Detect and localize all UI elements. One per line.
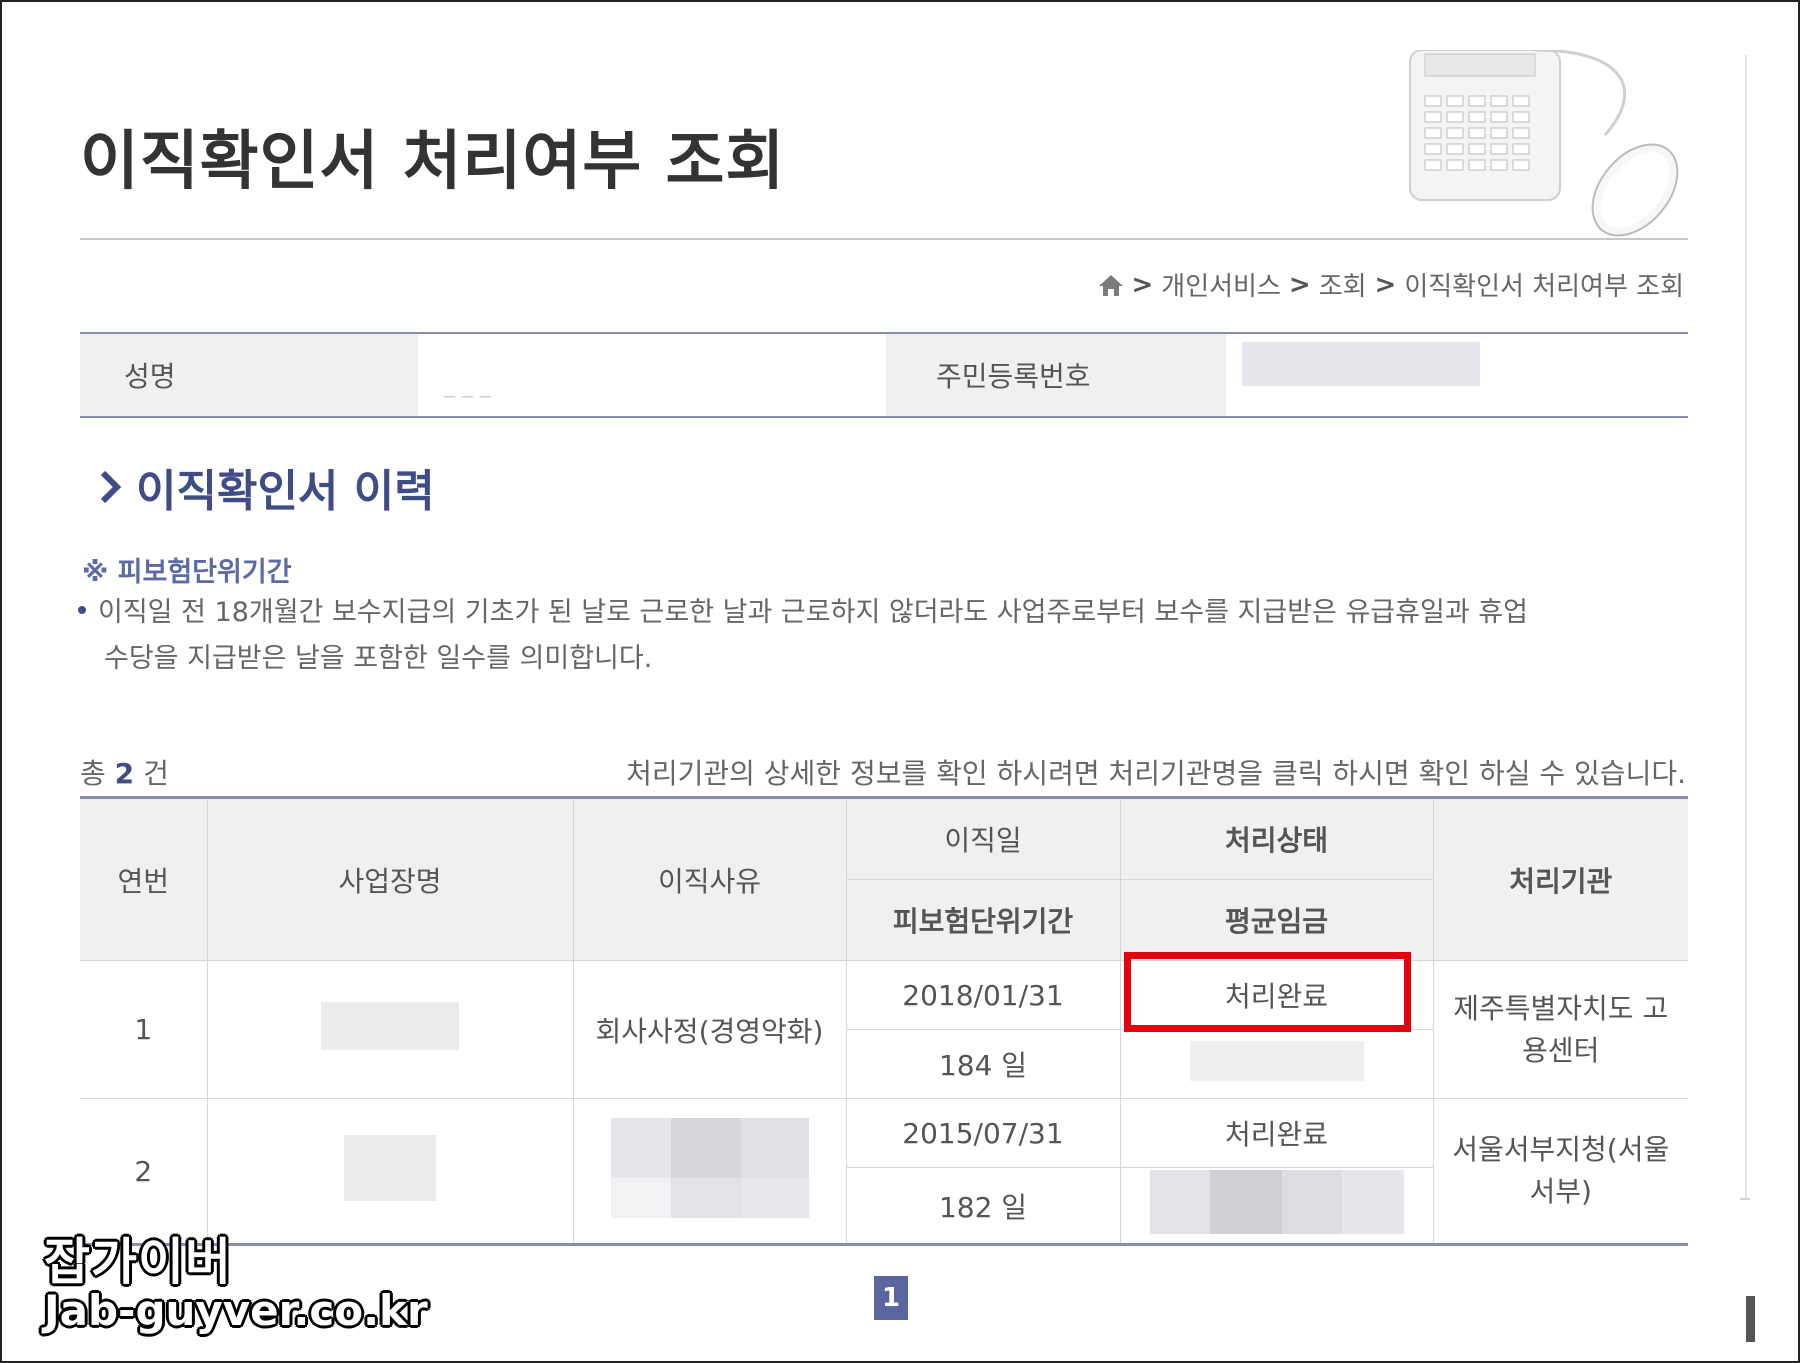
status-highlight-box	[1124, 952, 1411, 1032]
user-info-table: 성명 _ _ _ 주민등록번호	[80, 332, 1688, 418]
header-reason: 이직사유	[572, 797, 847, 961]
row-status: 처리완료	[1119, 1098, 1434, 1168]
row-agency-link[interactable]: 제주특별자치도 고용센터	[1432, 960, 1688, 1099]
row-avg-wage	[1119, 1029, 1433, 1099]
breadcrumb-item-personal-service[interactable]: 개인서비스	[1161, 266, 1281, 303]
watermark-url: Jab-guyver.co.kr	[44, 1286, 428, 1335]
title-divider	[80, 238, 1688, 240]
rrn-masked-value	[1242, 342, 1480, 386]
breadcrumb-separator: >	[1374, 269, 1397, 300]
content-right-border	[1745, 55, 1747, 1200]
header-workplace: 사업장명	[206, 797, 574, 961]
masked-reason	[610, 1117, 809, 1218]
table-row: 1 회사사정(경영악화) 2018/01/31 처리완료 제주특별자치도 고용센…	[80, 960, 1688, 1099]
home-icon[interactable]	[1098, 273, 1124, 297]
history-table: 연번 사업장명 이직사유 이직일 처리상태 처리기관 피보험단위기간 평균임금 …	[80, 796, 1688, 1246]
total-count: 총 2 건	[80, 752, 169, 792]
header-avg-wage: 평균임금	[1119, 879, 1433, 961]
row-seq: 1	[80, 960, 208, 1099]
total-count-number: 2	[114, 757, 135, 790]
row-insured-period: 182 일	[846, 1167, 1121, 1245]
row-workplace	[206, 1098, 574, 1245]
breadcrumb: > 개인서비스 > 조회 > 이직확인서 처리여부 조회	[1098, 266, 1684, 303]
row-leave-date: 2015/07/31	[845, 1098, 1121, 1168]
header-agency: 처리기관	[1432, 797, 1688, 961]
row-insured-period: 184 일	[846, 1029, 1121, 1099]
row-workplace	[206, 960, 574, 1099]
total-count-prefix: 총	[80, 757, 106, 790]
header-leave-date: 이직일	[845, 797, 1121, 880]
note-body: 이직일 전 18개월간 보수지급의 기초가 된 날로 근로한 날과 근로하지 않…	[78, 590, 1678, 682]
header-seq: 연번	[80, 797, 208, 961]
note-line-1: 이직일 전 18개월간 보수지급의 기초가 된 날로 근로한 날과 근로하지 않…	[98, 597, 1528, 628]
scrollbar-thumb[interactable]	[1746, 1296, 1755, 1342]
name-label: 성명	[80, 334, 418, 416]
breadcrumb-separator: >	[1288, 269, 1311, 300]
header-status: 처리상태	[1119, 797, 1434, 880]
breadcrumb-item-current[interactable]: 이직확인서 처리여부 조회	[1404, 266, 1684, 303]
agency-help-text: 처리기관의 상세한 정보를 확인 하시려면 처리기관명을 클릭 하시면 확인 하…	[626, 757, 1686, 790]
note-line-2: 수당을 지급받은 날을 포함한 일수를 의미합니다.	[104, 643, 653, 674]
note-heading: ※ 피보험단위기간	[82, 557, 292, 588]
row-agency-link[interactable]: 서울서부지청(서울서부)	[1432, 1098, 1688, 1245]
breadcrumb-item-inquiry[interactable]: 조회	[1319, 266, 1367, 303]
watermark-title: 잡가이버	[44, 1233, 232, 1291]
content-right-border-end	[1740, 1198, 1750, 1200]
masked-avg-wage	[1149, 1170, 1404, 1234]
pagination-current-page[interactable]: 1	[874, 1276, 908, 1320]
total-count-suffix: 건	[143, 757, 169, 790]
bullet-icon	[78, 605, 86, 614]
header-insured-period: 피보험단위기간	[846, 879, 1121, 961]
section-title: 이직확인서 이력	[100, 455, 435, 519]
calculator-mouse-illustration	[1409, 50, 1679, 237]
row-avg-wage	[1119, 1167, 1433, 1245]
rrn-label: 주민등록번호	[886, 334, 1226, 416]
table-row: 2 2015/07/31 처리완료 서울서부지청(서울서부)	[80, 1098, 1688, 1245]
breadcrumb-separator: >	[1131, 269, 1154, 300]
row-reason: 회사사정(경영악화)	[572, 960, 847, 1099]
row-leave-date: 2018/01/31	[845, 960, 1121, 1030]
masked-workplace	[344, 1134, 436, 1201]
masked-avg-wage	[1189, 1040, 1364, 1081]
section-title-text: 이직확인서 이력	[136, 466, 435, 517]
page-title: 이직확인서 처리여부 조회	[80, 125, 786, 199]
row-reason	[572, 1098, 847, 1245]
chevron-right-icon	[100, 470, 122, 504]
masked-workplace	[321, 1002, 459, 1050]
name-value: _ _ _	[444, 372, 491, 398]
rrn-value	[1226, 334, 1688, 416]
